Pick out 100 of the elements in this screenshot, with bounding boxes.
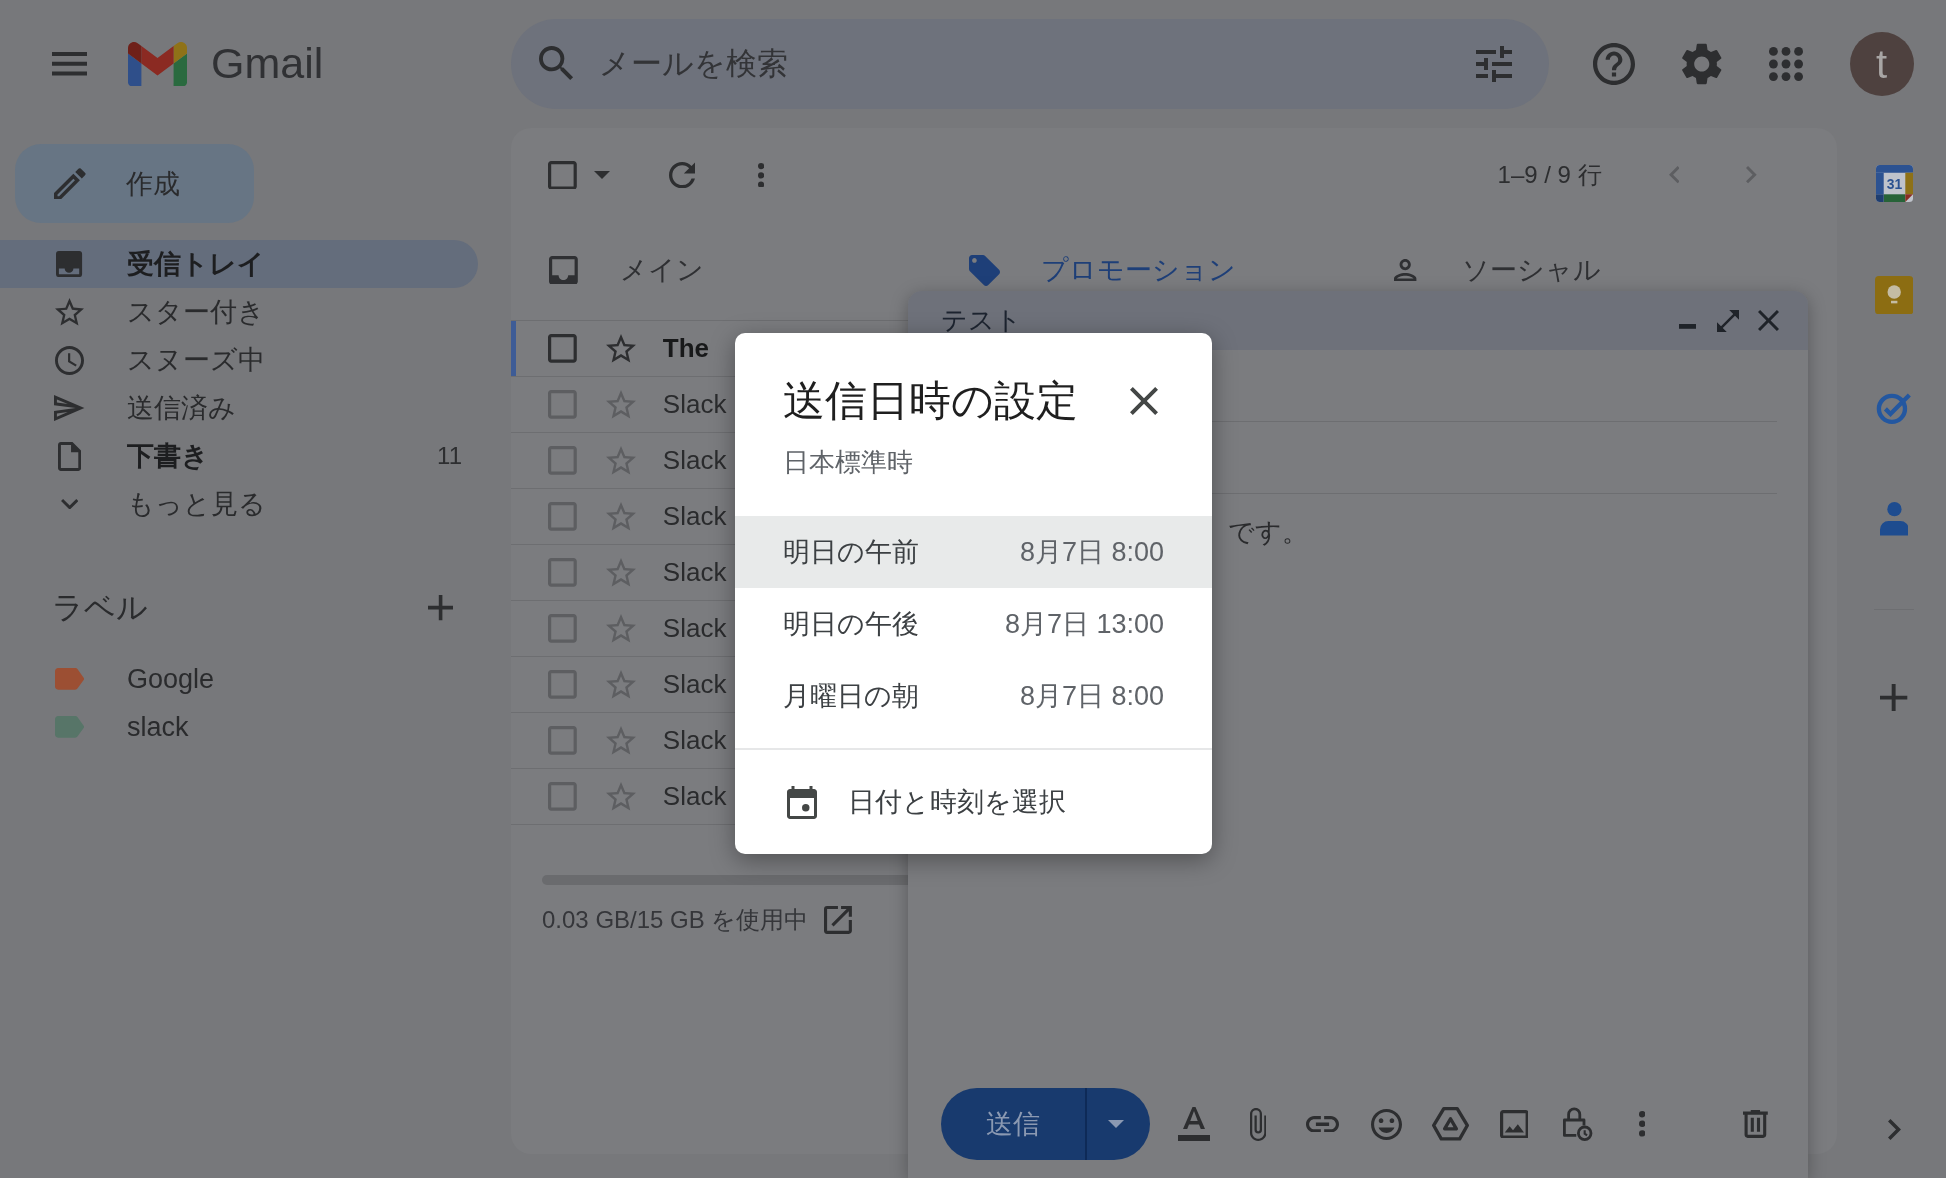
section-heading: ラベル xyxy=(52,589,148,627)
page-range: 1–9 / 9 行 xyxy=(1497,160,1602,190)
nav-item[interactable]: 下書き 11 xyxy=(0,432,478,480)
compose-button[interactable]: 作成 xyxy=(15,144,254,223)
tag-icon xyxy=(969,254,1000,286)
sender-name: Slack xyxy=(662,669,727,700)
person-icon[interactable] xyxy=(1879,502,1909,536)
sender-name: The xyxy=(662,333,710,364)
tab[interactable]: プロモーション xyxy=(932,222,1353,288)
sliders-icon[interactable] xyxy=(1476,46,1512,82)
star-icon[interactable] xyxy=(605,558,636,587)
text-format-icon[interactable] xyxy=(1178,1107,1210,1141)
paperclip-icon[interactable] xyxy=(1249,1107,1267,1141)
search-icon[interactable] xyxy=(539,46,575,82)
plus-icon[interactable] xyxy=(1880,683,1908,711)
tab[interactable]: メイン xyxy=(511,222,932,288)
star-icon[interactable] xyxy=(605,446,636,475)
send-button[interactable]: 送信 xyxy=(941,1088,1085,1160)
send-icon xyxy=(54,394,85,422)
nav-item[interactable]: 送信済み xyxy=(0,384,478,432)
triangle-icon[interactable] xyxy=(1431,1107,1469,1141)
dialog-title: 送信日時の設定 xyxy=(783,376,1078,426)
chevron-right-icon[interactable] xyxy=(1887,1119,1901,1140)
more-icon[interactable] xyxy=(1638,1111,1646,1137)
select-all-checkbox[interactable] xyxy=(548,160,577,190)
document-icon xyxy=(57,441,82,471)
apps-grid-icon[interactable] xyxy=(1768,47,1803,81)
pencil-icon xyxy=(54,167,86,200)
nav-item[interactable]: スター付き xyxy=(0,288,478,336)
sender-name: Slack xyxy=(662,613,727,644)
refresh-icon[interactable] xyxy=(668,161,696,189)
sender-name: Slack xyxy=(662,389,727,420)
compose-title: テスト xyxy=(941,304,1022,337)
minimize-icon[interactable] xyxy=(1678,324,1696,329)
label-item[interactable]: slack xyxy=(0,703,478,751)
link-icon[interactable] xyxy=(1305,1115,1339,1133)
star-icon[interactable] xyxy=(605,334,636,363)
nav-item[interactable]: 受信トレイ xyxy=(0,240,478,288)
star-icon[interactable] xyxy=(605,782,636,811)
sender-name: Slack xyxy=(662,445,727,476)
timezone-label: 日本標準時 xyxy=(783,446,914,479)
option-time: 8月7日 13:00 xyxy=(1004,608,1164,641)
help-icon[interactable] xyxy=(1593,43,1635,85)
inbox-icon xyxy=(56,250,83,278)
pick-date-option[interactable]: 日付と時刻を選択 xyxy=(735,750,1212,854)
logo-icon[interactable] xyxy=(128,41,188,87)
image-icon[interactable] xyxy=(1499,1109,1529,1139)
nav-item[interactable]: スヌーズ中 xyxy=(0,336,478,384)
row-checkbox[interactable] xyxy=(548,614,577,643)
schedule-option[interactable]: 明日の午後 8月7日 13:00 xyxy=(735,588,1212,660)
menu-icon[interactable] xyxy=(52,52,88,76)
lightbulb-icon[interactable] xyxy=(1874,276,1914,315)
clock-icon xyxy=(55,345,84,375)
nav-item[interactable]: もっと見る xyxy=(0,480,478,528)
label-item[interactable]: Google xyxy=(0,655,478,703)
star-icon[interactable] xyxy=(605,670,636,699)
star-icon xyxy=(55,298,84,326)
star-icon[interactable] xyxy=(605,502,636,531)
schedule-option[interactable]: 明日の午前 8月7日 8:00 xyxy=(735,516,1212,588)
option-time: 8月7日 8:00 xyxy=(1019,680,1164,713)
schedule-option[interactable]: 月曜日の朝 8月7日 8:00 xyxy=(735,660,1212,732)
row-checkbox[interactable] xyxy=(548,446,577,475)
open-external-icon[interactable] xyxy=(824,906,853,934)
expand-icon[interactable] xyxy=(1717,309,1739,332)
option-time: 8月7日 8:00 xyxy=(1019,536,1164,569)
chevron-down-icon xyxy=(60,498,79,510)
row-checkbox[interactable] xyxy=(548,334,577,363)
row-checkbox[interactable] xyxy=(548,670,577,699)
row-checkbox[interactable] xyxy=(548,782,577,811)
row-checkbox[interactable] xyxy=(548,502,577,531)
storage-usage: 0.03 GB/15 GB を使用中 xyxy=(542,905,809,935)
send-options-button[interactable] xyxy=(1085,1088,1150,1160)
trash-icon[interactable] xyxy=(1743,1110,1768,1138)
smiley-icon[interactable] xyxy=(1370,1108,1402,1140)
row-checkbox[interactable] xyxy=(548,726,577,755)
sender-name: Slack xyxy=(662,781,727,812)
star-icon[interactable] xyxy=(605,390,636,419)
plus-icon[interactable] xyxy=(427,595,453,621)
product-name: Gmail xyxy=(211,42,324,86)
settings-icon[interactable] xyxy=(1682,43,1722,85)
person-icon xyxy=(1394,258,1417,282)
message-text: です。 xyxy=(1228,517,1309,547)
caret-icon[interactable] xyxy=(593,171,610,179)
more-icon[interactable] xyxy=(758,162,765,188)
row-checkbox[interactable] xyxy=(548,390,577,419)
avatar-button[interactable]: t xyxy=(1849,32,1914,96)
star-icon[interactable] xyxy=(605,614,636,643)
inbox-icon xyxy=(549,255,578,285)
row-checkbox[interactable] xyxy=(548,558,577,587)
unread-count: 11 xyxy=(437,442,462,470)
calendar-icon xyxy=(787,785,817,819)
search-field[interactable]: メールを検索 xyxy=(511,19,1549,109)
star-icon[interactable] xyxy=(605,726,636,755)
close-icon[interactable] xyxy=(1130,387,1158,415)
calendar-icon[interactable]: 31 xyxy=(1875,165,1913,202)
caret-icon xyxy=(1107,1120,1124,1128)
sender-name: Slack xyxy=(662,725,727,756)
tab[interactable]: ソーシャル xyxy=(1353,222,1774,288)
lock-clock-icon[interactable] xyxy=(1563,1106,1593,1142)
sender-name: Slack xyxy=(662,557,727,588)
